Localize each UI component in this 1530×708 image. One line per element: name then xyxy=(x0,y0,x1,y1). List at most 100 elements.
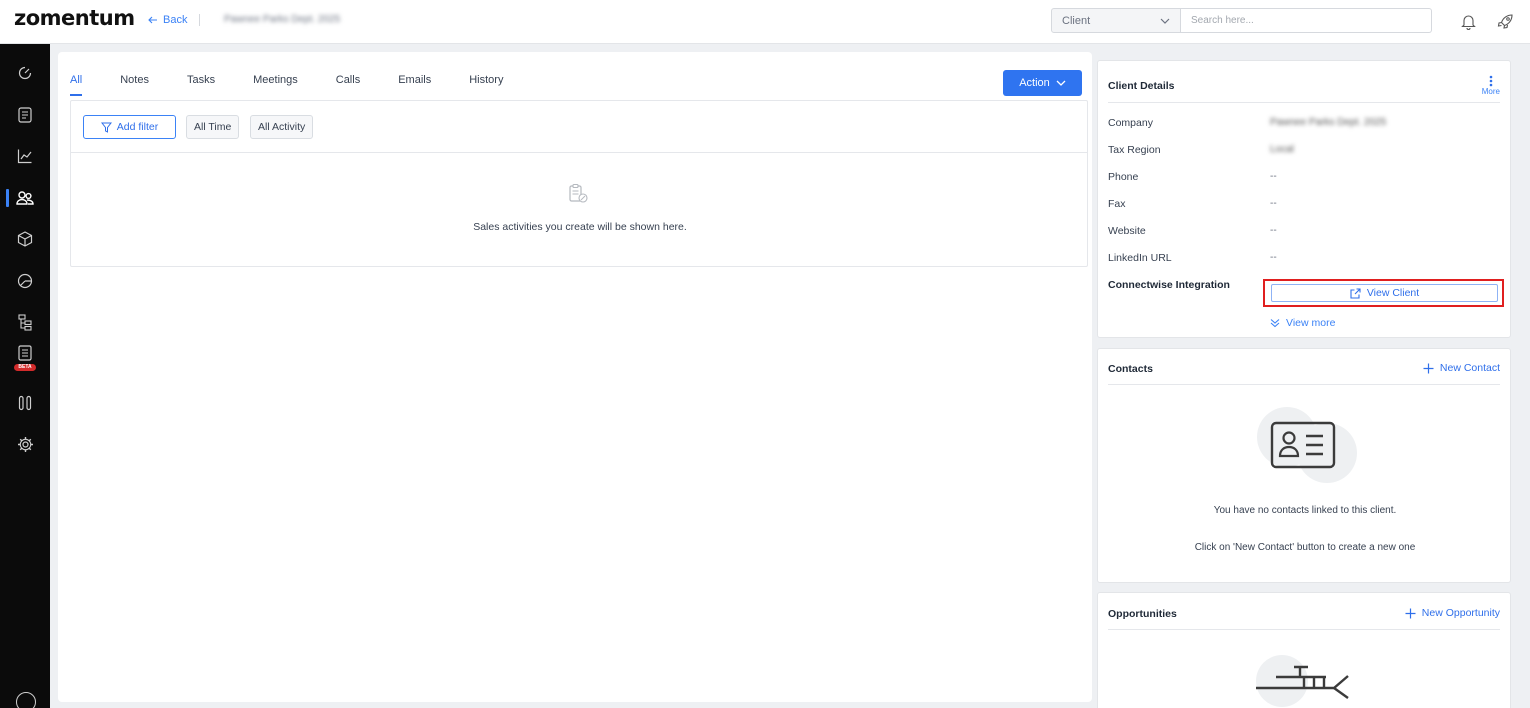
website-label: Website xyxy=(1108,225,1146,237)
launch-button[interactable] xyxy=(1494,10,1516,32)
bell-icon xyxy=(1460,14,1476,30)
divider xyxy=(1108,629,1500,630)
hierarchy-icon xyxy=(18,313,32,331)
new-opportunity-button[interactable]: New Opportunity xyxy=(1405,607,1500,619)
tax-region-label: Tax Region xyxy=(1108,144,1161,156)
client-details-panel: Client Details More Company Pawnee Parks… xyxy=(1097,60,1511,338)
back-label: Back xyxy=(163,14,188,26)
company-value: Pawnee Parks Dept. 2025 xyxy=(1270,117,1387,128)
back-button[interactable]: Back xyxy=(148,14,201,26)
sidebar-item-products[interactable] xyxy=(0,224,50,254)
empty-activity-message: Sales activities you create will be show… xyxy=(473,221,687,233)
external-link-icon xyxy=(1350,287,1361,299)
clients-icon xyxy=(16,191,34,205)
sidebar-item-reports[interactable] xyxy=(0,266,50,296)
search-scope-value: Client xyxy=(1062,14,1091,27)
new-contact-hint: Click on 'New Contact' button to create … xyxy=(1194,542,1416,553)
top-bar: zomentum Back Pawnee Parks Dept. 2025 Cl… xyxy=(0,0,1530,44)
tab-all[interactable]: All xyxy=(70,74,83,96)
time-filter-chip[interactable]: All Time xyxy=(186,115,240,139)
sidebar: BETA xyxy=(0,44,50,708)
website-value: -- xyxy=(1270,225,1277,236)
chevron-down-icon xyxy=(1056,80,1066,86)
sidebar-item-hierarchy[interactable] xyxy=(0,307,50,337)
breadcrumb: Pawnee Parks Dept. 2025 xyxy=(224,14,341,25)
tab-history[interactable]: History xyxy=(469,74,503,96)
divider xyxy=(1108,384,1500,385)
new-opportunity-label: New Opportunity xyxy=(1421,607,1500,619)
beta-badge: BETA xyxy=(14,364,36,371)
divider xyxy=(1108,102,1500,103)
notifications-button[interactable] xyxy=(1457,10,1479,32)
add-filter-button[interactable]: Add filter xyxy=(83,115,176,139)
plus-icon xyxy=(1423,363,1434,373)
view-client-label: View Client xyxy=(1366,287,1420,299)
app-logo[interactable]: zomentum xyxy=(14,6,135,30)
kebab-icon xyxy=(1489,75,1493,87)
clipboard-icon xyxy=(569,183,588,203)
contacts-title: Contacts xyxy=(1108,363,1153,375)
chat-icon[interactable] xyxy=(16,692,36,708)
activity-list: Add filter All Time All Activity Sales a… xyxy=(70,100,1088,267)
view-client-button[interactable]: View Client xyxy=(1271,284,1498,302)
filter-bar: Add filter All Time All Activity xyxy=(71,101,1087,153)
action-label: Action xyxy=(1019,77,1050,89)
action-button[interactable]: Action xyxy=(1003,70,1082,96)
sidebar-item-documents[interactable] xyxy=(0,100,50,130)
tax-region-value: Local xyxy=(1270,144,1294,155)
pipeline-icon xyxy=(18,395,32,411)
linkedin-label: LinkedIn URL xyxy=(1108,252,1172,264)
phone-value: -- xyxy=(1270,171,1277,182)
chevron-down-icon xyxy=(1160,18,1170,24)
analytics-icon xyxy=(17,149,32,164)
dashboard-icon xyxy=(18,66,32,80)
document-icon xyxy=(18,107,32,123)
sidebar-item-clients[interactable] xyxy=(0,183,50,213)
client-details-title: Client Details xyxy=(1108,80,1175,92)
sidebar-item-dashboard[interactable] xyxy=(0,58,50,88)
activity-panel: All Notes Tasks Meetings Calls Emails Hi… xyxy=(58,52,1092,702)
settings-icon xyxy=(17,436,33,452)
no-contacts-message: You have no contacts linked to this clie… xyxy=(1213,505,1397,516)
plus-icon xyxy=(1405,608,1416,618)
phone-label: Phone xyxy=(1108,171,1139,183)
activity-filter-chip[interactable]: All Activity xyxy=(250,115,314,139)
fax-label: Fax xyxy=(1108,198,1126,210)
view-more-label: View more xyxy=(1286,317,1336,329)
sidebar-item-settings[interactable] xyxy=(0,429,50,459)
search-scope-select[interactable]: Client xyxy=(1051,8,1181,33)
activity-tabs: All Notes Tasks Meetings Calls Emails Hi… xyxy=(70,74,541,96)
opportunities-panel: Opportunities New Opportunity xyxy=(1097,592,1511,708)
arrow-left-icon xyxy=(148,16,157,24)
new-contact-label: New Contact xyxy=(1439,362,1500,374)
opportunities-title: Opportunities xyxy=(1108,608,1177,620)
more-button[interactable]: More xyxy=(1482,75,1500,96)
products-icon xyxy=(17,231,33,247)
tab-emails[interactable]: Emails xyxy=(398,74,431,96)
rocket-icon xyxy=(1497,13,1513,29)
integration-label: Connectwise Integration xyxy=(1108,279,1230,291)
sidebar-item-pipeline[interactable] xyxy=(0,388,50,418)
quotes-icon xyxy=(18,345,32,361)
add-filter-label: Add filter xyxy=(116,121,159,133)
view-client-highlight: View Client xyxy=(1263,279,1504,307)
contacts-panel: Contacts New Contact You have no contact… xyxy=(1097,348,1511,583)
sidebar-item-analytics[interactable] xyxy=(0,141,50,171)
reports-icon xyxy=(17,273,33,289)
tab-meetings[interactable]: Meetings xyxy=(253,74,298,96)
rocket-illustration-icon xyxy=(1256,655,1349,707)
new-contact-button[interactable]: New Contact xyxy=(1423,362,1500,374)
fax-value: -- xyxy=(1270,198,1277,209)
tab-notes[interactable]: Notes xyxy=(120,74,149,96)
double-chevron-down-icon xyxy=(1270,319,1280,328)
view-more-link[interactable]: View more xyxy=(1270,317,1335,329)
search-input[interactable] xyxy=(1181,8,1432,33)
company-label: Company xyxy=(1108,117,1153,129)
sidebar-item-quotes[interactable]: BETA xyxy=(0,342,50,372)
contact-card-icon xyxy=(1257,407,1357,483)
linkedin-value: -- xyxy=(1270,252,1277,263)
filter-icon xyxy=(100,122,112,133)
more-label: More xyxy=(1481,87,1500,96)
tab-calls[interactable]: Calls xyxy=(336,74,360,96)
tab-tasks[interactable]: Tasks xyxy=(187,74,215,96)
